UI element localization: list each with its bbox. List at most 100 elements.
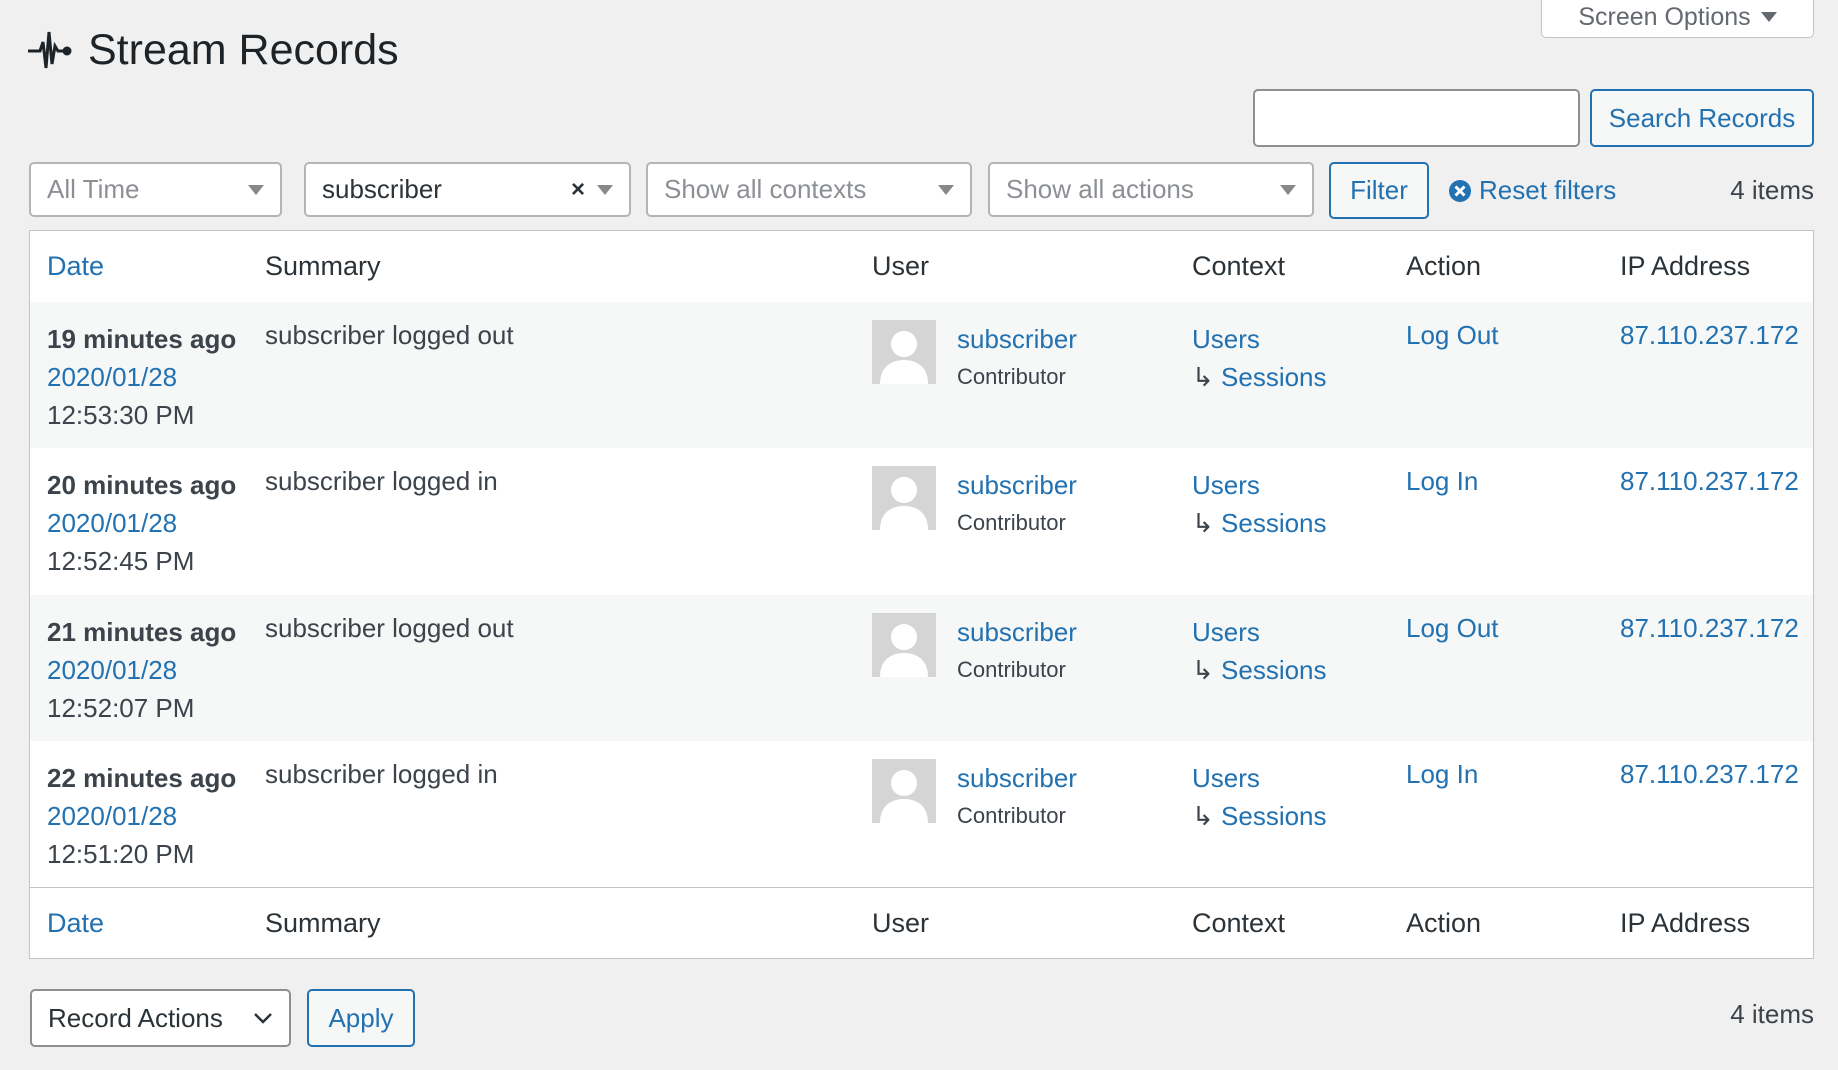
user-filter-value: subscriber (322, 174, 442, 204)
caret-down-icon (597, 184, 613, 195)
user-cell: subscriber Contributor (957, 466, 1077, 542)
relative-time: 19 minutes ago (47, 324, 237, 354)
relative-time: 21 minutes ago (47, 616, 237, 647)
table-row: 21 minutes ago 2020/01/28 12:52:07 PM su… (30, 594, 1813, 741)
reset-filters-link[interactable]: Reset filters (1449, 175, 1616, 206)
ip-link[interactable]: 87.110.237.172 (1620, 759, 1799, 790)
summary: subscriber logged in (265, 758, 498, 789)
user-role: Contributor (957, 364, 1066, 389)
context-link[interactable]: Users (1192, 470, 1260, 500)
time: 12:53:30 PM (47, 400, 195, 430)
caret-down-icon (248, 184, 264, 195)
context-link[interactable]: Users (1192, 763, 1260, 793)
column-action: Action (1406, 251, 1482, 281)
avatar (872, 466, 936, 531)
summary: subscriber logged out (265, 612, 514, 643)
close-circle-icon (1449, 179, 1471, 202)
ip-link[interactable]: 87.110.237.172 (1620, 466, 1799, 497)
user-cell: subscriber Contributor (957, 613, 1077, 689)
avatar (872, 758, 936, 823)
date-cell: 22 minutes ago 2020/01/28 12:51:20 PM (47, 759, 236, 873)
avatar (872, 320, 936, 384)
table-row: 22 minutes ago 2020/01/28 12:51:20 PM su… (30, 741, 1813, 887)
context-cell: Users ↳ Sessions (1192, 613, 1327, 689)
search-input[interactable] (1253, 89, 1580, 147)
column-user: User (872, 908, 930, 938)
date-link[interactable]: 2020/01/28 (47, 655, 177, 685)
column-ip: IP Address (1620, 251, 1751, 281)
context-filter-select[interactable]: Show all contexts (646, 162, 972, 217)
action-filter-select[interactable]: Show all actions (988, 162, 1314, 217)
relative-time: 20 minutes ago (47, 470, 237, 501)
date-link[interactable]: 2020/01/28 (47, 801, 177, 831)
column-user: User (872, 251, 930, 281)
date-link[interactable]: 2020/01/28 (47, 508, 177, 538)
date-cell: 21 minutes ago 2020/01/28 12:52:07 PM (47, 613, 236, 727)
screen-options-button[interactable]: Screen Options (1541, 0, 1814, 38)
items-count: 4 items (1730, 175, 1814, 205)
reset-filters-label: Reset filters (1479, 175, 1617, 205)
column-context: Context (1192, 251, 1286, 281)
date-link[interactable]: 2020/01/28 (47, 362, 177, 392)
caret-down-icon (1280, 184, 1296, 195)
items-count-bottom: 4 items (1730, 999, 1814, 1029)
context-link[interactable]: Users (1192, 324, 1260, 354)
date-filter-value: All Time (47, 174, 140, 204)
summary: subscriber logged out (265, 320, 514, 350)
relative-time: 22 minutes ago (47, 762, 237, 793)
time: 12:52:07 PM (47, 692, 195, 723)
bulk-actions-select[interactable]: Record Actions (30, 989, 291, 1047)
user-cell: subscriber Contributor (957, 759, 1077, 835)
apply-button[interactable]: Apply (307, 989, 415, 1047)
column-date-sort[interactable]: Date (47, 908, 104, 939)
context-link[interactable]: Users (1192, 617, 1260, 647)
summary: subscriber logged in (265, 466, 498, 497)
caret-down-icon (1760, 12, 1777, 22)
column-context: Context (1192, 908, 1286, 938)
user-role: Contributor (957, 656, 1066, 682)
table-row: 20 minutes ago 2020/01/28 12:52:45 PM su… (30, 448, 1813, 594)
user-link[interactable]: subscriber (957, 470, 1077, 500)
user-filter-select[interactable]: subscriber × (304, 162, 631, 217)
ip-link[interactable]: 87.110.237.172 (1620, 613, 1799, 644)
subcontext-link[interactable]: Sessions (1221, 362, 1327, 392)
action-link[interactable]: Log In (1406, 759, 1478, 790)
user-role: Contributor (957, 510, 1066, 536)
date-filter-select[interactable]: All Time (29, 162, 282, 217)
avatar (872, 612, 936, 677)
subcontext-link[interactable]: Sessions (1221, 801, 1327, 831)
date-cell: 20 minutes ago 2020/01/28 12:52:45 PM (47, 466, 236, 580)
clear-icon[interactable]: × (571, 176, 585, 204)
search-records-button[interactable]: Search Records (1590, 89, 1814, 147)
chevron-down-icon (254, 1013, 272, 1024)
action-link[interactable]: Log Out (1406, 613, 1499, 644)
column-summary: Summary (265, 908, 381, 938)
subcontext-arrow-icon: ↳ (1192, 654, 1222, 685)
column-ip: IP Address (1620, 908, 1751, 938)
subcontext-arrow-icon: ↳ (1192, 800, 1222, 831)
filter-button[interactable]: Filter (1329, 162, 1429, 219)
context-cell: Users ↳ Sessions (1192, 759, 1327, 835)
caret-down-icon (938, 184, 954, 195)
page-title-text: Stream Records (88, 26, 399, 74)
context-filter-value: Show all contexts (664, 174, 867, 204)
ip-link[interactable]: 87.110.237.172 (1620, 320, 1799, 351)
user-link[interactable]: subscriber (957, 617, 1077, 647)
stream-pulse-icon (28, 31, 72, 68)
time: 12:51:20 PM (47, 838, 195, 869)
records-table: Date Summary User Context Action IP Addr… (29, 230, 1814, 959)
table-row: 19 minutes ago 2020/01/28 12:53:30 PM su… (30, 302, 1813, 448)
user-silhouette-icon (880, 477, 928, 531)
context-cell: Users ↳ Sessions (1192, 466, 1327, 542)
column-date-sort[interactable]: Date (47, 251, 104, 282)
user-link[interactable]: subscriber (957, 324, 1077, 354)
user-cell: subscriber Contributor (957, 320, 1077, 396)
subcontext-arrow-icon: ↳ (1192, 362, 1222, 392)
action-link[interactable]: Log Out (1406, 320, 1499, 351)
subcontext-link[interactable]: Sessions (1221, 508, 1327, 538)
action-link[interactable]: Log In (1406, 466, 1478, 497)
subcontext-link[interactable]: Sessions (1221, 655, 1327, 685)
subcontext-arrow-icon: ↳ (1192, 508, 1222, 539)
user-link[interactable]: subscriber (957, 763, 1077, 793)
table-footer: Date Summary User Context Action IP Addr… (30, 887, 1813, 959)
